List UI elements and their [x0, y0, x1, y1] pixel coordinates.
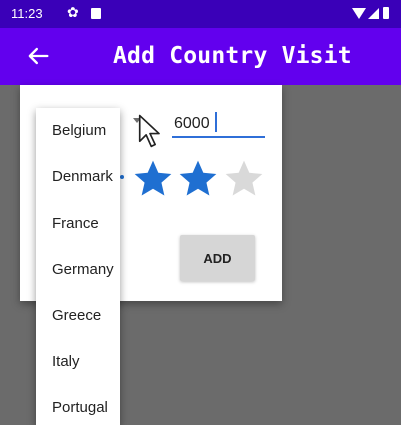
star-3-icon[interactable] [222, 157, 266, 201]
signal-icon [368, 8, 379, 19]
star-2-icon[interactable] [176, 157, 220, 201]
dropdown-item[interactable]: Italy [52, 353, 80, 370]
wifi-icon [352, 8, 366, 19]
dropdown-item[interactable]: Germany [52, 261, 114, 278]
amount-input[interactable] [172, 111, 265, 138]
battery-icon [383, 7, 389, 19]
app-bar: Add Country Visit [0, 28, 401, 85]
dropdown-item[interactable]: Belgium [52, 122, 106, 139]
status-bar: 11:23 ✿ [0, 0, 401, 28]
add-button[interactable]: ADD [180, 235, 255, 281]
mouse-cursor-icon [138, 114, 160, 148]
back-arrow-icon[interactable] [24, 42, 52, 70]
spinner-edge-dot [120, 175, 124, 179]
dropdown-item[interactable]: Greece [52, 307, 101, 324]
gear-icon: ✿ [67, 4, 79, 20]
text-caret [215, 112, 217, 132]
sd-card-icon [91, 8, 101, 19]
country-dropdown-list: Belgium Denmark France Germany Greece It… [36, 108, 120, 425]
star-1-icon[interactable] [131, 157, 175, 201]
status-time: 11:23 [11, 6, 43, 21]
dropdown-item[interactable]: Portugal [52, 399, 108, 416]
dropdown-item[interactable]: Denmark [52, 168, 113, 185]
dropdown-item[interactable]: France [52, 215, 99, 232]
page-title: Add Country Visit [113, 43, 352, 69]
background-scrim [282, 85, 401, 425]
